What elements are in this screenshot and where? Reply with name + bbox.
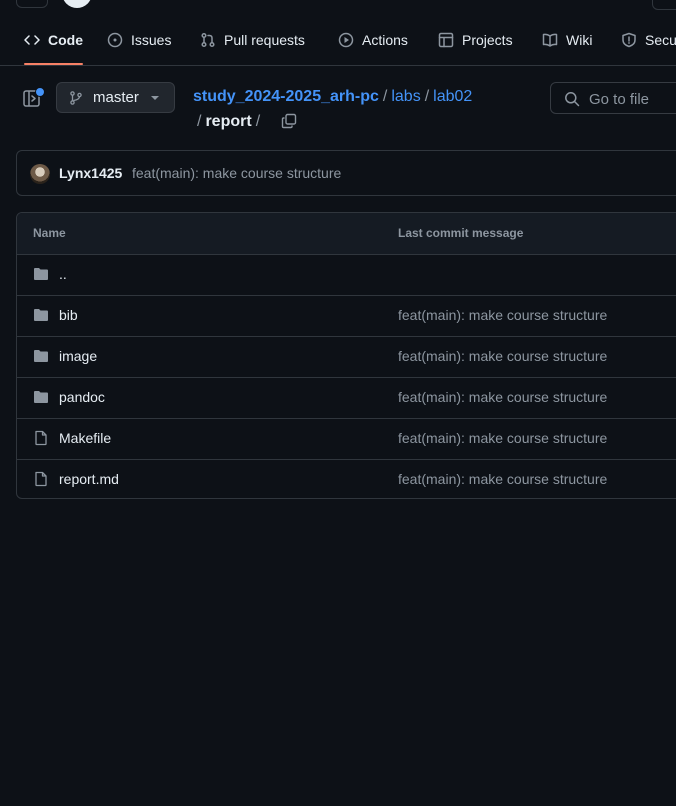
file-commit-message[interactable]: feat(main): make course structure — [398, 348, 607, 364]
tab-issues[interactable]: Issues — [107, 16, 171, 64]
file-commit-message[interactable]: feat(main): make course structure — [398, 307, 607, 323]
top-header — [0, 0, 676, 10]
tab-security[interactable]: Secu — [621, 16, 676, 64]
breadcrumb-separator: / — [424, 88, 430, 105]
column-header-name: Name — [33, 226, 66, 240]
file-name[interactable]: pandoc — [59, 389, 105, 405]
file-icon — [35, 471, 47, 487]
tab-label: Issues — [131, 32, 172, 48]
breadcrumb-separator: / — [382, 88, 388, 105]
file-name[interactable]: bib — [59, 307, 78, 323]
tab-label: Pull requests — [224, 32, 305, 48]
menu-button[interactable] — [16, 0, 48, 8]
tab-label: Code — [48, 32, 83, 48]
breadcrumb-labs-link[interactable]: labs — [391, 88, 420, 105]
table-row[interactable]: report.md feat(main): make course struct… — [17, 459, 676, 498]
branch-selector-button[interactable]: master — [56, 82, 175, 113]
git-branch-icon — [70, 91, 82, 105]
copy-path-icon[interactable] — [281, 113, 297, 129]
breadcrumb-separator: / — [197, 113, 202, 130]
file-name[interactable]: image — [59, 348, 97, 364]
issue-icon — [107, 32, 123, 48]
breadcrumb-repo-link[interactable]: study_2024-2025_arh-pc — [193, 88, 379, 105]
shield-icon — [622, 32, 636, 48]
table-row[interactable]: Makefile feat(main): make course structu… — [17, 418, 676, 460]
table-row[interactable]: pandoc feat(main): make course structure — [17, 377, 676, 419]
tab-projects[interactable]: Projects — [438, 16, 513, 64]
notification-dot — [35, 87, 45, 97]
breadcrumb-lab02-link[interactable]: lab02 — [433, 88, 472, 105]
table-header: Name Last commit message — [17, 213, 676, 255]
column-header-message: Last commit message — [398, 226, 524, 240]
file-tree-toggle-button[interactable] — [22, 87, 45, 108]
breadcrumb-separator: / — [255, 113, 261, 130]
search-icon — [565, 92, 580, 107]
latest-commit-bar: Lynx1425 feat(main): make course structu… — [16, 150, 676, 196]
header-action-button[interactable] — [652, 0, 676, 10]
tab-actions[interactable]: Actions — [338, 16, 408, 64]
tab-code[interactable]: Code — [24, 16, 83, 65]
go-to-file-input[interactable] — [587, 88, 676, 110]
folder-icon — [34, 268, 48, 280]
github-logo-icon[interactable] — [62, 0, 92, 8]
pull-request-icon — [201, 32, 215, 48]
file-commit-message[interactable]: feat(main): make course structure — [398, 389, 607, 405]
tab-label: Wiki — [566, 32, 593, 48]
table-icon — [438, 32, 454, 48]
breadcrumb-current: report — [205, 113, 252, 130]
tab-label: Projects — [462, 32, 513, 48]
file-name[interactable]: report.md — [59, 471, 119, 487]
book-icon — [542, 33, 558, 47]
avatar[interactable] — [30, 164, 50, 184]
table-row[interactable]: bib feat(main): make course structure — [17, 295, 676, 337]
tab-pull-requests[interactable]: Pull requests — [200, 16, 305, 64]
file-name[interactable]: .. — [59, 266, 67, 282]
commit-message[interactable]: feat(main): make course structure — [132, 165, 341, 181]
active-tab-underline — [24, 63, 83, 65]
table-row-parent[interactable]: .. — [17, 254, 676, 296]
file-table: Name Last commit message .. bib feat(mai… — [16, 212, 676, 499]
tab-wiki[interactable]: Wiki — [542, 16, 592, 64]
commit-author[interactable]: Lynx1425 — [59, 165, 122, 181]
tab-label: Secu — [645, 32, 676, 48]
tab-label: Actions — [362, 32, 408, 48]
file-name[interactable]: Makefile — [59, 430, 111, 446]
code-icon — [24, 35, 40, 45]
folder-icon — [34, 391, 48, 403]
go-to-file-search[interactable] — [550, 82, 676, 114]
branch-name: master — [93, 89, 139, 106]
play-icon — [338, 32, 354, 48]
repo-nav: Code Issues Pull requests Actions Projec… — [0, 16, 676, 66]
file-commit-message[interactable]: feat(main): make course structure — [398, 471, 607, 487]
folder-icon — [34, 309, 48, 321]
file-commit-message[interactable]: feat(main): make course structure — [398, 430, 607, 446]
folder-icon — [34, 350, 48, 362]
chevron-down-icon — [151, 96, 159, 100]
file-icon — [35, 430, 47, 446]
table-row[interactable]: image feat(main): make course structure — [17, 336, 676, 378]
